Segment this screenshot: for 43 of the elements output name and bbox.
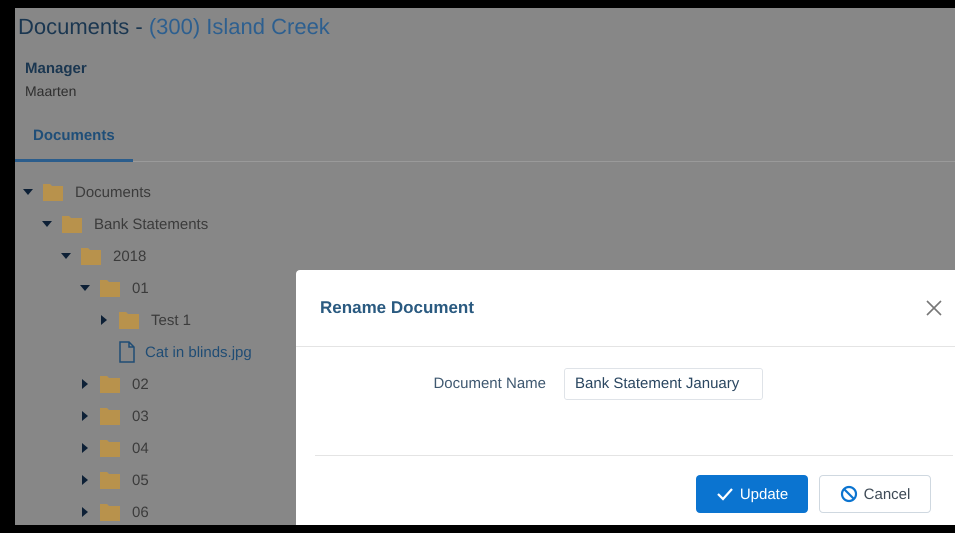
file-link[interactable]: Cat in blinds.jpg xyxy=(145,344,252,360)
folder-label[interactable]: 06 xyxy=(132,504,149,520)
manager-label: Manager xyxy=(25,60,88,77)
folder-label[interactable]: Test 1 xyxy=(151,312,192,328)
expand-arrow-icon[interactable] xyxy=(80,475,90,485)
folder-icon xyxy=(100,375,120,393)
cancel-icon xyxy=(840,485,858,503)
folder-label[interactable]: 01 xyxy=(132,280,149,296)
folder-label[interactable]: Bank Statements xyxy=(94,216,208,232)
expand-arrow-icon[interactable] xyxy=(80,379,90,389)
dialog-title: Rename Document xyxy=(320,298,474,318)
close-icon[interactable] xyxy=(926,300,942,316)
file-icon xyxy=(119,341,135,363)
collapse-arrow-icon[interactable] xyxy=(61,251,71,261)
collapse-arrow-icon[interactable] xyxy=(23,187,33,197)
folder-icon xyxy=(100,439,120,457)
input-field[interactable]: Bank Statement January xyxy=(564,368,763,400)
folder-label[interactable]: 03 xyxy=(132,408,149,424)
folder-label[interactable]: 05 xyxy=(132,472,149,488)
folder-label[interactable]: 2018 xyxy=(113,248,146,264)
collapse-arrow-icon[interactable] xyxy=(80,283,90,293)
expand-arrow-icon[interactable] xyxy=(80,443,90,453)
cancel-button[interactable]: Cancel xyxy=(819,475,931,513)
folder-icon xyxy=(100,503,120,521)
expand-arrow-icon[interactable] xyxy=(99,315,109,325)
page-title: Documents - (300) Island Creek xyxy=(17,13,331,40)
expand-arrow-icon[interactable] xyxy=(80,507,90,517)
folder-icon xyxy=(100,407,120,425)
folder-icon xyxy=(100,471,120,489)
folder-label[interactable]: 04 xyxy=(132,440,149,456)
documents-tab[interactable]: Documents xyxy=(15,121,133,162)
folder-icon xyxy=(100,279,120,297)
folder-icon xyxy=(62,215,82,233)
folder-label[interactable]: Documents xyxy=(75,184,151,200)
folder-icon xyxy=(43,183,63,201)
manager-name: Maarten xyxy=(25,83,78,99)
expand-arrow-icon[interactable] xyxy=(80,411,90,421)
collapse-arrow-icon[interactable] xyxy=(42,219,52,229)
folder-icon xyxy=(119,311,139,329)
field-label: Document Name xyxy=(432,375,546,392)
folder-icon xyxy=(81,247,101,265)
update-button[interactable]: Update xyxy=(696,475,808,513)
folder-label[interactable]: 02 xyxy=(132,376,149,392)
